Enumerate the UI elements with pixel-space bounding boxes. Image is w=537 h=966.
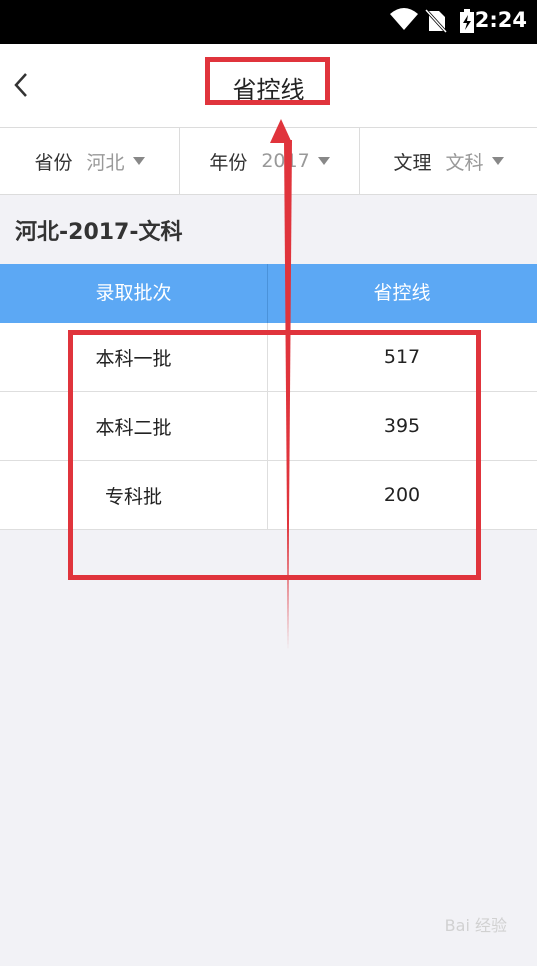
- annotation-arrow: [270, 119, 292, 650]
- watermark-logo: Bai 经验: [444, 916, 507, 935]
